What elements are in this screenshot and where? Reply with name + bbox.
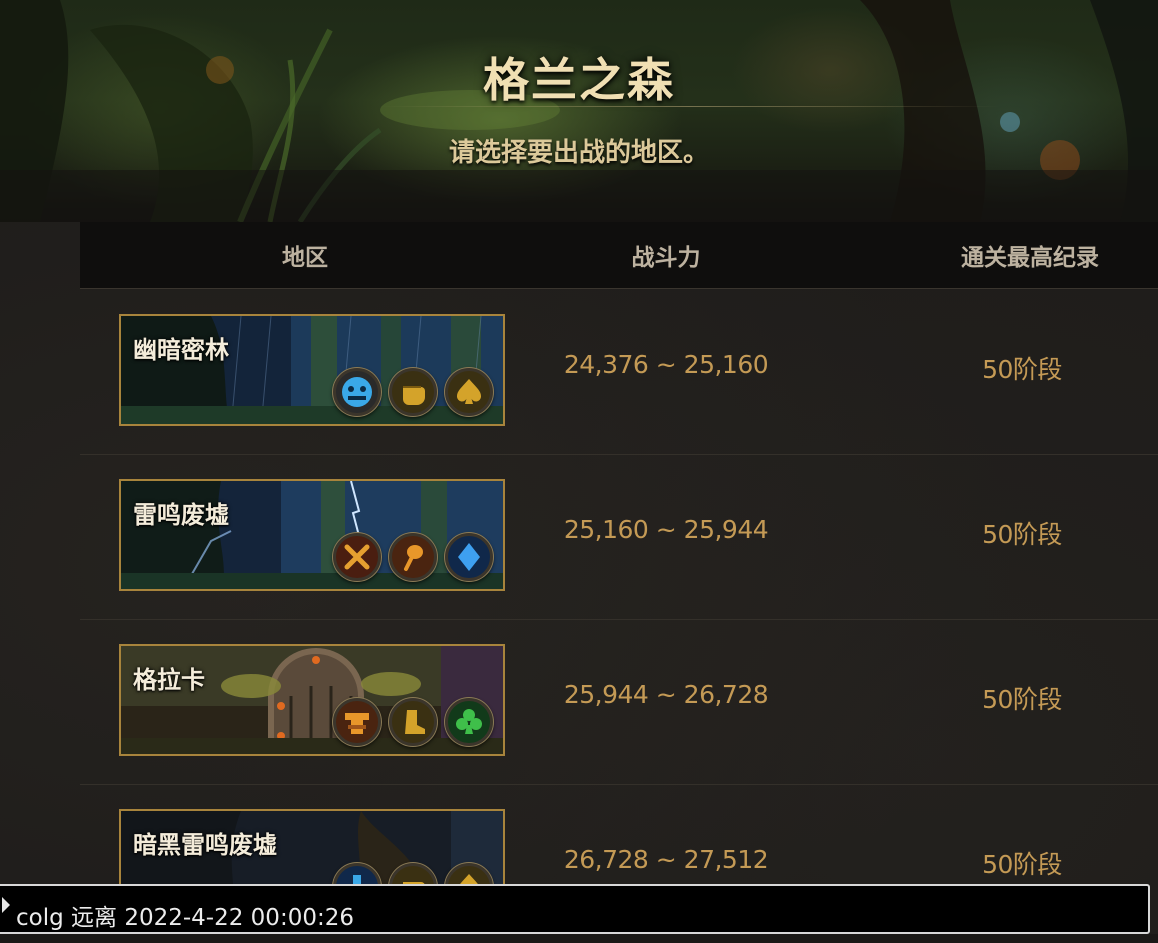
power-range: 25,160 ~ 25,944 (563, 515, 769, 544)
title-divider (380, 106, 1000, 107)
dungeon-name: 格拉卡 (133, 665, 205, 694)
column-header-record: 通关最高纪录 (961, 244, 1099, 271)
spade-icon (445, 368, 493, 416)
dungeon-thumbnail[interactable]: 幽暗密林 (119, 314, 505, 426)
best-record: 50阶段 (982, 520, 1062, 549)
forest-banner: 格兰之森 请选择要出战的地区。 (0, 0, 1158, 222)
best-record: 50阶段 (982, 850, 1062, 879)
dungeon-name: 雷鸣废墟 (133, 500, 229, 529)
dungeon-row[interactable]: 幽暗密林 24,376 ~ 25,160 50阶段 (80, 290, 1158, 455)
dungeon-row[interactable]: 格拉卡 25,944 ~ 26,728 50阶段 (80, 620, 1158, 785)
arrow-icon (2, 897, 10, 913)
totem-icon (333, 698, 381, 746)
club-icon (445, 698, 493, 746)
dungeon-name: 暗黑雷鸣废墟 (133, 830, 277, 859)
dungeon-select-screen: 格兰之森 请选择要出战的地区。 地区 战斗力 通关最高纪录 幽暗密林 24,37… (0, 0, 1158, 943)
crossed-swords-icon (333, 533, 381, 581)
power-range: 24,376 ~ 25,160 (563, 350, 769, 379)
column-header-area: 地区 (282, 244, 328, 271)
column-header-power: 战斗力 (631, 244, 701, 271)
dungeon-thumbnail[interactable]: 雷鸣废墟 (119, 479, 505, 591)
table-header: 地区 战斗力 通关最高纪录 (80, 222, 1158, 289)
chat-message: colg 远离 2022-4-22 00:00:26 (16, 905, 354, 931)
blue-mask-icon (333, 368, 381, 416)
boot-icon (389, 698, 437, 746)
power-range: 26,728 ~ 27,512 (563, 845, 769, 874)
dungeon-name: 幽暗密林 (133, 335, 229, 364)
power-range: 25,944 ~ 26,728 (563, 680, 769, 709)
chat-bar: colg 远离 2022-4-22 00:00:26 (0, 884, 1150, 934)
torch-icon (389, 533, 437, 581)
diamond-icon (445, 533, 493, 581)
best-record: 50阶段 (982, 355, 1062, 384)
bottom-strip (0, 934, 1158, 943)
dungeon-thumbnail[interactable]: 格拉卡 (119, 644, 505, 756)
best-record: 50阶段 (982, 685, 1062, 714)
page-title: 格兰之森 (483, 53, 675, 107)
forest-artwork (0, 0, 1158, 222)
page-subtitle: 请选择要出战的地区。 (448, 138, 709, 168)
dungeon-row[interactable]: 雷鸣废墟 25,160 ~ 25,944 50阶段 (80, 455, 1158, 620)
fist-icon (389, 368, 437, 416)
